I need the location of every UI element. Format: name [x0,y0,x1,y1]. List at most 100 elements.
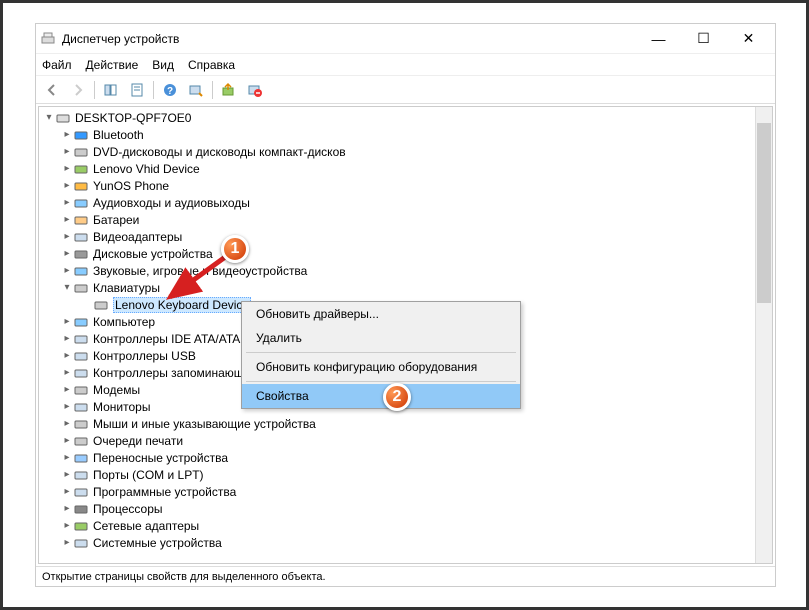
device-icon [73,127,89,143]
close-button[interactable]: ✕ [726,25,771,53]
tree-category[interactable]: ▸Батареи [39,211,755,228]
expand-icon[interactable]: ▸ [61,418,73,429]
device-icon [73,144,89,160]
expand-icon[interactable]: ▾ [61,282,73,293]
tree-category[interactable]: ▸Программные устройства [39,483,755,500]
tree-category[interactable]: ▸ Bluetooth [39,126,755,143]
back-button[interactable] [40,79,64,101]
tree-category[interactable]: ▸Звуковые, игровые и видеоустройства [39,262,755,279]
tree-category[interactable]: ▸ Процессоры [39,500,755,517]
device-icon [73,280,89,296]
tree-category[interactable]: ▸Очереди печати [39,432,755,449]
ctx-properties[interactable]: Свойства [242,384,520,408]
expand-icon[interactable]: ▸ [61,333,73,344]
device-label: DESKTOP-QPF7OE0 [75,111,191,125]
device-label: Мониторы [93,400,150,414]
expand-icon[interactable]: ▸ [61,197,73,208]
expand-icon[interactable]: ▸ [61,435,73,446]
expand-icon[interactable]: ▸ [61,180,73,191]
menu-action[interactable]: Действие [86,58,139,72]
device-label: Клавиатуры [93,281,160,295]
device-label: YunOS Phone [93,179,169,193]
expand-icon[interactable]: ▸ [61,384,73,395]
device-icon [55,110,71,126]
expand-icon[interactable]: ▸ [61,469,73,480]
toolbar: ? [36,76,775,104]
expand-icon[interactable]: ▸ [61,129,73,140]
device-label: Контроллеры USB [93,349,196,363]
expand-icon[interactable]: ▸ [61,537,73,548]
ctx-divider [246,381,516,382]
device-label: Переносные устройства [93,451,228,465]
expand-icon[interactable]: ▸ [61,231,73,242]
callout-2: 2 [383,383,411,411]
device-label: Аудиовходы и аудиовыходы [93,196,250,210]
device-icon [73,484,89,500]
callout-1: 1 [221,235,249,263]
maximize-button[interactable]: ☐ [681,25,726,53]
device-label: Lenovo Vhid Device [93,162,200,176]
tree-category[interactable]: ▸ Мыши и иные указывающие устройства [39,415,755,432]
help-button[interactable]: ? [158,79,182,101]
update-driver-button[interactable] [217,79,241,101]
tree-category[interactable]: ▸ DVD-дисководы и дисководы компакт-диско… [39,143,755,160]
ctx-delete[interactable]: Удалить [242,326,520,350]
tree-category[interactable]: ▸ Аудиовходы и аудиовыходы [39,194,755,211]
device-label: Видеоадаптеры [93,230,182,244]
expand-icon[interactable]: ▸ [61,248,73,259]
menu-file[interactable]: Файл [42,58,72,72]
show-hide-button[interactable] [99,79,123,101]
menu-help[interactable]: Справка [188,58,235,72]
context-menu: Обновить драйверы... Удалить Обновить ко… [241,301,521,409]
device-icon [73,178,89,194]
device-label: Компьютер [93,315,155,329]
tree-category[interactable]: ▸Порты (COM и LPT) [39,466,755,483]
scan-button[interactable] [184,79,208,101]
expand-icon[interactable]: ▸ [61,316,73,327]
device-icon [73,365,89,381]
tree-category[interactable]: ▾ Клавиатуры [39,279,755,296]
device-label: Модемы [93,383,140,397]
device-icon [73,501,89,517]
tree-category[interactable]: ▸ Видеоадаптеры [39,228,755,245]
expand-icon[interactable]: ▸ [61,503,73,514]
tree-category[interactable]: ▸ Системные устройства [39,534,755,551]
device-label: Мыши и иные указывающие устройства [93,417,316,431]
expand-icon[interactable]: ▸ [61,452,73,463]
expand-icon[interactable]: ▸ [61,350,73,361]
uninstall-button[interactable] [243,79,267,101]
svg-text:?: ? [167,86,173,97]
tree-root[interactable]: ▾ DESKTOP-QPF7OE0 [39,109,755,126]
expand-icon[interactable]: ▸ [61,367,73,378]
expand-icon[interactable]: ▸ [61,401,73,412]
expand-icon[interactable]: ▸ [61,214,73,225]
device-label: Системные устройства [93,536,222,550]
tree-category[interactable]: ▸ YunOS Phone [39,177,755,194]
device-icon [73,399,89,415]
expand-icon[interactable]: ▸ [61,163,73,174]
device-label: Сетевые адаптеры [93,519,199,533]
ctx-scan-hardware[interactable]: Обновить конфигурацию оборудования [242,355,520,379]
device-label: DVD-дисководы и дисководы компакт-дисков [93,145,346,159]
device-label: Процессоры [93,502,163,516]
device-icon [73,518,89,534]
expand-icon[interactable]: ▸ [61,265,73,276]
expand-icon[interactable]: ▸ [61,146,73,157]
vertical-scrollbar[interactable] [755,107,772,563]
properties-button[interactable] [125,79,149,101]
device-label: Bluetooth [93,128,144,142]
expand-icon[interactable]: ▸ [61,486,73,497]
ctx-update-drivers[interactable]: Обновить драйверы... [242,302,520,326]
device-icon [73,348,89,364]
tree-category[interactable]: ▸ Lenovo Vhid Device [39,160,755,177]
tree-category[interactable]: ▸Дисковые устройства [39,245,755,262]
forward-button[interactable] [66,79,90,101]
minimize-button[interactable]: — [636,25,681,53]
tree-category[interactable]: ▸ Переносные устройства [39,449,755,466]
expand-icon[interactable]: ▾ [43,112,55,123]
device-icon [73,229,89,245]
expand-icon[interactable]: ▸ [61,520,73,531]
menu-view[interactable]: Вид [152,58,174,72]
tree-category[interactable]: ▸ Сетевые адаптеры [39,517,755,534]
device-icon [73,212,89,228]
